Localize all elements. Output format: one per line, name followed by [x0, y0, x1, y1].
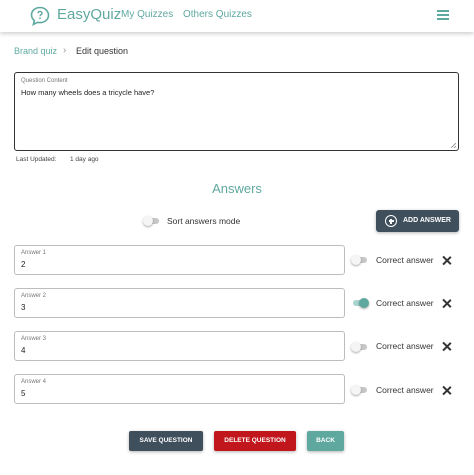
chat-bubble-question-icon[interactable] [29, 5, 51, 27]
breadcrumb-separator-icon: › [63, 45, 67, 56]
answer-label: Answer 2 [21, 293, 47, 299]
answer-4-field[interactable]: Answer 4 5 [14, 374, 345, 404]
answer-2-delete-icon[interactable] [442, 299, 451, 308]
answer-2-field[interactable]: Answer 2 3 [14, 288, 345, 318]
answer-1-delete-icon[interactable] [442, 256, 451, 265]
last-updated-label: Last Updated: [16, 156, 57, 163]
answer-3-correct-toggle[interactable] [351, 342, 369, 352]
brand-name[interactable]: EasyQuiz [57, 6, 121, 23]
question-content-field[interactable]: Question Content How many wheels does a … [14, 72, 459, 151]
breadcrumb-current: Edit question [76, 46, 129, 56]
nav-others-quizzes[interactable]: Others Quizzes [183, 9, 252, 20]
answer-value[interactable]: 2 [21, 260, 25, 269]
answer-value[interactable]: 4 [21, 346, 25, 355]
answer-label: Answer 1 [21, 250, 47, 256]
add-circle-icon [385, 215, 397, 227]
app-header: EasyQuiz My Quizzes Others Quizzes [0, 0, 474, 32]
sort-answers-toggle[interactable] [143, 216, 161, 226]
answer-4-correct-toggle[interactable] [351, 385, 369, 395]
answer-value[interactable]: 5 [21, 389, 25, 398]
back-button[interactable]: BACK [307, 431, 344, 451]
nav-my-quizzes[interactable]: My Quizzes [121, 9, 173, 20]
answer-4-delete-icon[interactable] [442, 386, 451, 395]
answer-2-correct-toggle[interactable] [351, 298, 369, 308]
answers-title: Answers [212, 181, 262, 196]
answer-label: Answer 3 [21, 336, 47, 342]
question-content-label: Question Content [21, 78, 68, 84]
delete-question-button[interactable]: DELETE QUESTION [214, 431, 296, 451]
add-answer-label: ADD ANSWER [403, 217, 451, 224]
correct-answer-label: Correct answer [376, 385, 434, 395]
correct-answer-label: Correct answer [376, 298, 434, 308]
answer-value[interactable]: 3 [21, 303, 25, 312]
answer-label: Answer 4 [21, 379, 47, 385]
hamburger-icon[interactable] [437, 10, 449, 20]
resize-handle-icon[interactable] [450, 142, 456, 148]
sort-answers-label: Sort answers mode [167, 216, 241, 226]
question-content-value[interactable]: How many wheels does a tricycle have? [21, 88, 154, 97]
answer-3-field[interactable]: Answer 3 4 [14, 331, 345, 361]
answer-1-field[interactable]: Answer 1 2 [14, 245, 345, 275]
breadcrumb-brand-quiz[interactable]: Brand quiz [14, 46, 57, 56]
answer-3-delete-icon[interactable] [442, 342, 451, 351]
correct-answer-label: Correct answer [376, 341, 434, 351]
add-answer-button[interactable]: ADD ANSWER [376, 210, 459, 232]
save-question-button[interactable]: SAVE QUESTION [129, 431, 203, 451]
last-updated-value: 1 day ago [70, 156, 99, 163]
correct-answer-label: Correct answer [376, 255, 434, 265]
answer-1-correct-toggle[interactable] [351, 255, 369, 265]
